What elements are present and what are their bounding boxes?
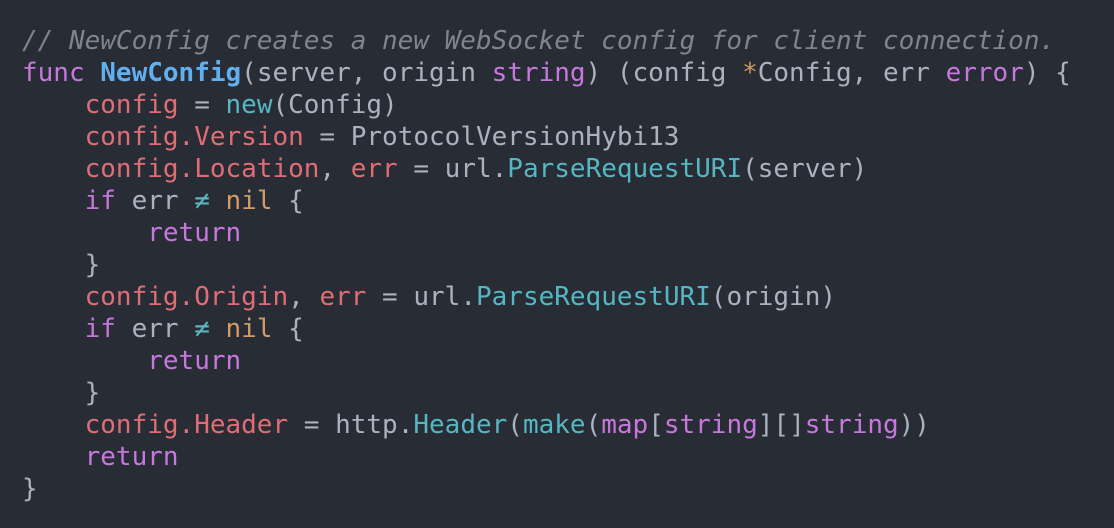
code-token: ParseRequestURI [507, 154, 743, 184]
code-token: ) (config [585, 58, 743, 88]
code-token: , [288, 282, 320, 312]
code-token: = http. [288, 410, 414, 440]
code-token: err [115, 186, 195, 216]
code-token: func [22, 58, 101, 88]
code-line: // NewConfig creates a new WebSocket con… [22, 25, 1071, 57]
code-token: [ [648, 410, 664, 440]
code-token: { [272, 314, 304, 344]
code-line: config.Location, err = url.ParseRequestU… [22, 153, 1071, 185]
code-token: ( [585, 410, 602, 440]
code-token: if [84, 314, 116, 344]
code-line: } [22, 249, 1071, 281]
code-line: } [22, 473, 1071, 505]
code-token: Header [413, 410, 508, 440]
code-token: = [178, 90, 226, 120]
code-token: } [22, 250, 101, 280]
code-editor: // NewConfig creates a new WebSocket con… [22, 25, 1071, 505]
code-line: return [22, 441, 1071, 473]
code-token: (server, origin [241, 58, 492, 88]
code-line: if err ≠ nil { [22, 185, 1071, 217]
code-line: config.Version = ProtocolVersionHybi13 [22, 121, 1071, 153]
code-token: )) [898, 410, 930, 440]
code-token: nil [225, 314, 273, 344]
code-line: config = new(Config) [22, 89, 1071, 121]
code-line: return [22, 217, 1071, 249]
code-token: } [22, 474, 38, 504]
code-token: config.Origin [84, 282, 289, 312]
code-token: (Config) [272, 90, 398, 120]
code-token: error [945, 58, 1024, 88]
code-token: if [84, 186, 116, 216]
code-line: config.Origin, err = url.ParseRequestURI… [22, 281, 1071, 313]
code-token: string [663, 410, 758, 440]
code-token: , [319, 154, 351, 184]
code-token: ) { [1023, 58, 1071, 88]
code-token: ( [507, 410, 523, 440]
code-token: config.Location [84, 154, 320, 184]
code-token: ParseRequestURI [475, 282, 711, 312]
code-line: } [22, 377, 1071, 409]
code-token: return [147, 346, 242, 376]
code-token: string [804, 410, 899, 440]
code-token: string [491, 58, 586, 88]
code-token: return [147, 218, 242, 248]
code-token: = ProtocolVersionHybi13 [303, 122, 680, 152]
code-token: (server) [742, 154, 868, 184]
code-token: return [84, 442, 179, 472]
code-token: } [22, 378, 101, 408]
code-token: map [601, 410, 649, 440]
code-token: * [742, 58, 758, 88]
code-token: NewConfig [100, 58, 242, 88]
code-token: ≠ [194, 314, 210, 344]
code-token: = url. [397, 154, 508, 184]
code-token: config.Version [84, 122, 304, 152]
code-token: make [522, 410, 586, 440]
code-line: config.Header = http.Header(make(map[str… [22, 409, 1071, 441]
code-token: (origin) [710, 282, 837, 312]
code-token: // NewConfig creates a new WebSocket con… [22, 26, 1056, 56]
code-token: config [84, 90, 179, 120]
code-token: new [225, 90, 273, 120]
code-token: Config, err [757, 58, 946, 88]
code-token: ≠ [194, 186, 210, 216]
code-token: = url. [366, 282, 476, 312]
code-token: ][] [757, 410, 805, 440]
code-line: return [22, 345, 1071, 377]
code-token: err [319, 282, 367, 312]
code-token: err [350, 154, 398, 184]
code-token: config.Header [84, 410, 289, 440]
code-line: if err ≠ nil { [22, 313, 1071, 345]
code-token: err [115, 314, 195, 344]
code-token: { [272, 186, 304, 216]
code-token: nil [225, 186, 273, 216]
code-line: func NewConfig(server, origin string) (c… [22, 57, 1071, 89]
